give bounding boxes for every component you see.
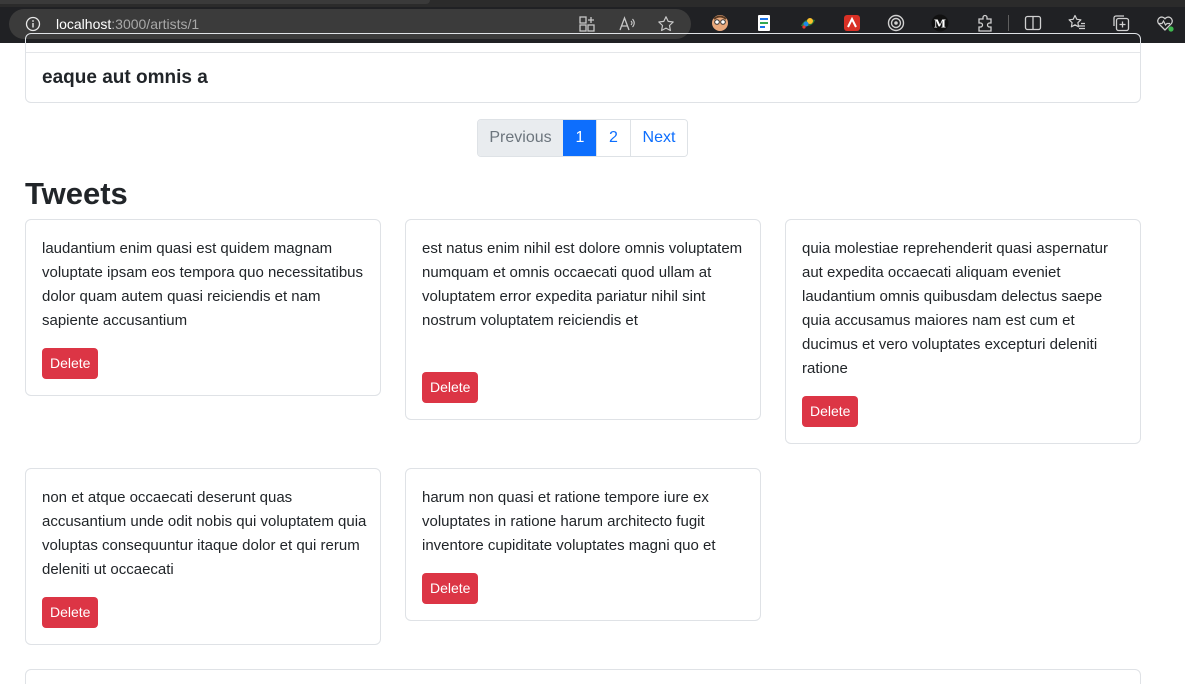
collections-icon[interactable] xyxy=(1111,13,1131,33)
tweets-heading: Tweets xyxy=(25,176,128,211)
extension-face-icon[interactable] xyxy=(710,13,730,33)
tweet-card: non et atque occaecati deserunt quas acc… xyxy=(25,468,381,645)
delete-tweet-button[interactable]: Delete xyxy=(42,348,99,379)
svg-text:M: M xyxy=(934,18,946,31)
pagination: Previous 1 2 Next xyxy=(477,119,688,157)
info-icon[interactable] xyxy=(25,16,41,32)
tweet-text: laudantium enim quasi est quidem magnam … xyxy=(42,240,364,329)
tweet-card: harum non quasi et ratione tempore iure … xyxy=(405,468,761,621)
toolbar-separator xyxy=(1008,15,1009,31)
tweet-card: laudantium enim quasi est quidem magnam … xyxy=(25,219,381,396)
url-path: :3000/artists/1 xyxy=(111,16,200,32)
delete-tweet-button[interactable]: Delete xyxy=(802,396,859,427)
tweet-text: quia molestiae reprehenderit quasi asper… xyxy=(802,240,1109,377)
app-available-icon[interactable] xyxy=(578,15,596,33)
pagination-next[interactable]: Next xyxy=(630,120,687,156)
tweet-text: harum non quasi et ratione tempore iure … xyxy=(422,489,716,554)
extensions-puzzle-icon[interactable] xyxy=(975,13,995,33)
extension-red-icon[interactable] xyxy=(842,13,862,33)
tweet-text: non et atque occaecati deserunt quas acc… xyxy=(42,489,367,578)
delete-tweet-button[interactable]: Delete xyxy=(42,597,99,628)
url-host: localhost xyxy=(56,16,112,32)
tweet-card: quia molestiae reprehenderit quasi asper… xyxy=(785,219,1141,444)
delete-tweet-button[interactable]: Delete xyxy=(422,372,479,403)
card-divider xyxy=(26,52,1140,53)
active-tab-edge[interactable] xyxy=(0,0,430,4)
album-title: eaque aut omnis a xyxy=(42,67,208,88)
delete-tweet-button[interactable]: Delete xyxy=(422,573,479,604)
page-content: eaque aut omnis a Previous 1 2 Next Twee… xyxy=(0,33,1185,684)
album-card: eaque aut omnis a xyxy=(25,33,1141,103)
tweet-card: est natus enim nihil est dolore omnis vo… xyxy=(405,219,761,420)
favorite-star-icon[interactable] xyxy=(657,15,675,33)
tab-strip xyxy=(0,0,1185,7)
extension-target-icon[interactable] xyxy=(886,13,906,33)
pagination-previous[interactable]: Previous xyxy=(478,120,563,156)
pagination-page-2[interactable]: 2 xyxy=(596,120,630,156)
extension-m-icon[interactable]: M xyxy=(930,13,950,33)
extension-paint-icon[interactable] xyxy=(798,13,818,33)
url-text[interactable]: localhost:3000/artists/1 xyxy=(56,15,199,33)
extension-doc-icon[interactable] xyxy=(754,13,774,33)
tweet-text: est natus enim nihil est dolore omnis vo… xyxy=(422,240,743,329)
browser-health-icon[interactable] xyxy=(1155,13,1175,33)
split-screen-icon[interactable] xyxy=(1023,13,1043,33)
favorites-icon[interactable] xyxy=(1067,13,1087,33)
read-aloud-icon[interactable] xyxy=(618,15,636,33)
pagination-page-1[interactable]: 1 xyxy=(563,120,596,156)
next-card xyxy=(25,669,1141,684)
